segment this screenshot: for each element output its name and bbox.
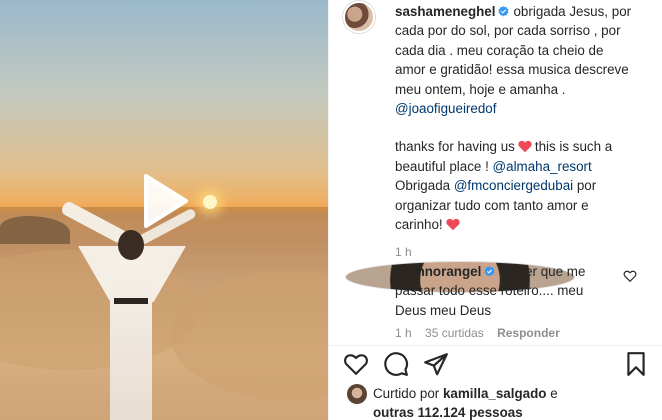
caption-line: amor e gratidão! essa musica descreve <box>395 62 629 78</box>
person-body <box>110 255 152 420</box>
liked-by-prefix: Curtido por <box>373 386 440 401</box>
caption-line: cada dia . meu coração ta cheio de <box>395 42 604 58</box>
comment-text: Deus meu Deus <box>395 302 492 318</box>
post-details-panel: sashameneghel obrigada Jesus, por cada po… <box>328 0 662 420</box>
heart-emoji-icon <box>446 217 460 231</box>
comment-text: passar todo esse roteiro.... meu <box>395 283 584 299</box>
mention-link[interactable]: @joaofigueiredof <box>395 101 496 116</box>
author-username[interactable]: sashameneghel <box>395 4 495 19</box>
sun <box>203 195 217 209</box>
comment-meta: 1 h 35 curtidas Responder <box>395 326 570 340</box>
mention-link[interactable]: @fmconciergedubai <box>454 178 573 193</box>
liker-username[interactable]: kamilla_salgado <box>443 386 546 401</box>
caption-line: meu ontem, hoje e amanha . <box>395 81 566 97</box>
comment-like-heart-icon[interactable] <box>623 269 637 283</box>
author-avatar[interactable] <box>343 1 375 33</box>
dune <box>170 270 328 400</box>
post-time: 1 h <box>395 245 412 260</box>
heart-icon[interactable] <box>343 351 369 377</box>
commenter-username[interactable]: brunnorangel <box>395 264 481 279</box>
liker-avatar[interactable] <box>347 384 367 404</box>
caption-line: organizar tudo com tanto amor e <box>395 197 589 213</box>
play-icon[interactable] <box>130 170 192 232</box>
mention-link[interactable]: @almaha_resort <box>493 159 592 174</box>
verified-badge-icon <box>484 263 495 277</box>
caption-line: por <box>576 178 597 194</box>
caption-line: carinho! <box>395 217 443 233</box>
caption-line: cada por do sol, por cada sorriso , por <box>395 23 621 39</box>
reply-button[interactable]: Responder <box>497 326 560 340</box>
post-video[interactable] <box>0 0 328 420</box>
person-belt <box>114 298 148 304</box>
others-suffix[interactable]: pessoas <box>469 405 523 420</box>
person-head <box>118 230 144 260</box>
caption-line: Obrigada <box>395 178 451 194</box>
share-icon[interactable] <box>423 351 449 377</box>
caption-line: obrigada Jesus, por <box>513 4 632 19</box>
heart-emoji-icon <box>518 139 532 153</box>
liked-by: Curtido por kamilla_salgado e outras 112… <box>373 384 653 420</box>
comment-text: Vai ter que me <box>499 264 586 279</box>
bookmark-icon[interactable] <box>623 351 649 377</box>
liked-by-connector: e <box>550 386 558 401</box>
comment-time: 1 h <box>395 326 412 340</box>
verified-badge-icon <box>498 3 510 17</box>
comments-scroll-area[interactable]: sashameneghel obrigada Jesus, por cada po… <box>329 0 662 345</box>
others-prefix[interactable]: outras <box>373 405 414 420</box>
comment-icon[interactable] <box>383 351 409 377</box>
caption-line: thanks for having us <box>395 139 515 155</box>
post-caption: sashameneghel obrigada Jesus, por cada po… <box>395 2 653 263</box>
others-count[interactable]: 112.124 <box>418 405 466 420</box>
action-bar <box>329 345 662 379</box>
comment-like-count[interactable]: 35 curtidas <box>425 326 484 340</box>
caption-line: beautiful place ! <box>395 158 489 174</box>
comment: brunnorangel Vai ter que me passar todo e… <box>395 262 625 320</box>
caption-line: this is such a <box>534 139 613 155</box>
